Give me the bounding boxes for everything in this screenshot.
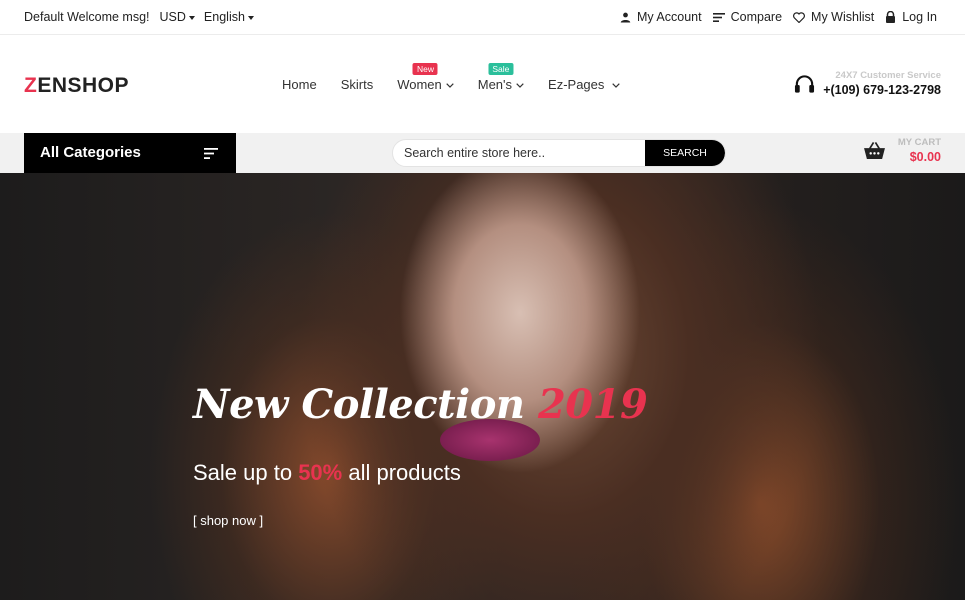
top-bar: Default Welcome msg! USD English My Acco… — [0, 0, 965, 35]
customer-service-text: 24X7 Customer Service +(109) 679-123-279… — [823, 70, 941, 97]
zenshop-logo[interactable]: ZENSHOP — [24, 74, 129, 98]
main-nav: Home Skirts New Women Sale Men's Ez-Page… — [282, 63, 644, 92]
new-badge: New — [412, 63, 438, 75]
compare-icon — [712, 12, 725, 22]
headphones-icon — [795, 74, 815, 93]
hero-subtitle-suffix: all products — [342, 460, 461, 485]
caret-down-icon — [188, 15, 195, 20]
compare-link[interactable]: Compare — [712, 10, 783, 24]
logo-text: ENSHOP — [37, 74, 130, 97]
compare-label: Compare — [730, 10, 783, 24]
category-search-bar: All Categories SEARCH MY CART $0.00 — [0, 133, 965, 173]
my-account-label: My Account — [636, 10, 702, 24]
search-input[interactable] — [393, 140, 647, 166]
chevron-down-icon — [516, 82, 524, 88]
hero-title-year: 2019 — [537, 381, 648, 428]
search-box: SEARCH — [392, 139, 726, 167]
language-label: English — [203, 10, 245, 24]
customer-service-phone[interactable]: +(109) 679-123-2798 — [823, 83, 941, 97]
all-categories-button[interactable]: All Categories — [24, 133, 236, 173]
sale-badge: Sale — [488, 63, 514, 75]
hero-title: New Collection 2019 — [193, 381, 648, 428]
my-wishlist-label: My Wishlist — [811, 10, 875, 24]
cart-label: MY CART — [897, 137, 941, 148]
hero-title-main: New Collection — [193, 381, 538, 428]
nav-home-label: Home — [282, 77, 317, 92]
lock-icon — [886, 11, 896, 23]
hero-banner[interactable]: New Collection 2019 Sale up to 50% all p… — [0, 173, 965, 600]
nav-skirts-label: Skirts — [340, 77, 374, 92]
basket-icon — [863, 141, 885, 160]
mini-cart[interactable]: MY CART $0.00 — [863, 137, 941, 164]
header: ZENSHOP Home Skirts New Women Sale Men's… — [0, 36, 965, 133]
chevron-down-icon — [612, 82, 621, 88]
user-icon — [620, 12, 631, 23]
log-in-label: Log In — [902, 10, 937, 24]
all-categories-label: All Categories — [40, 144, 141, 161]
heart-icon — [793, 11, 805, 23]
nav-skirts[interactable]: Skirts — [341, 77, 374, 92]
search-button[interactable]: SEARCH — [645, 140, 725, 166]
caret-down-icon — [247, 15, 254, 20]
nav-home[interactable]: Home — [282, 77, 317, 92]
currency-dropdown[interactable]: USD — [160, 10, 195, 24]
hero-subtitle-percent: 50% — [298, 460, 343, 485]
shop-now-link[interactable]: [ shop now ] — [193, 513, 263, 528]
currency-label: USD — [159, 10, 186, 24]
hero-subtitle: Sale up to 50% all products — [193, 460, 461, 486]
menu-lines-icon — [204, 148, 218, 159]
logo-z: Z — [24, 74, 38, 97]
welcome-message: Default Welcome msg! — [24, 10, 150, 24]
customer-service: 24X7 Customer Service +(109) 679-123-279… — [794, 70, 941, 97]
top-bar-links: My Account Compare My Wishlist Log In — [609, 10, 937, 24]
language-dropdown[interactable]: English — [204, 10, 254, 24]
my-wishlist-link[interactable]: My Wishlist — [793, 10, 874, 24]
chevron-down-icon — [446, 82, 454, 88]
top-bar-left: Default Welcome msg! USD English — [24, 10, 263, 24]
nav-women[interactable]: New Women — [397, 63, 454, 92]
nav-mens[interactable]: Sale Men's — [477, 63, 524, 92]
my-account-link[interactable]: My Account — [620, 10, 702, 24]
hero-subtitle-prefix: Sale up to — [193, 460, 299, 485]
log-in-link[interactable]: Log In — [885, 10, 937, 24]
nav-mens-label: Men's — [477, 77, 513, 92]
cart-amount: $0.00 — [909, 150, 941, 164]
customer-service-label: 24X7 Customer Service — [835, 70, 941, 81]
nav-ez-pages-label: Ez-Pages — [548, 77, 605, 92]
nav-women-label: Women — [397, 77, 442, 92]
cart-text: MY CART $0.00 — [898, 137, 941, 164]
nav-ez-pages[interactable]: Ez-Pages — [548, 77, 621, 92]
